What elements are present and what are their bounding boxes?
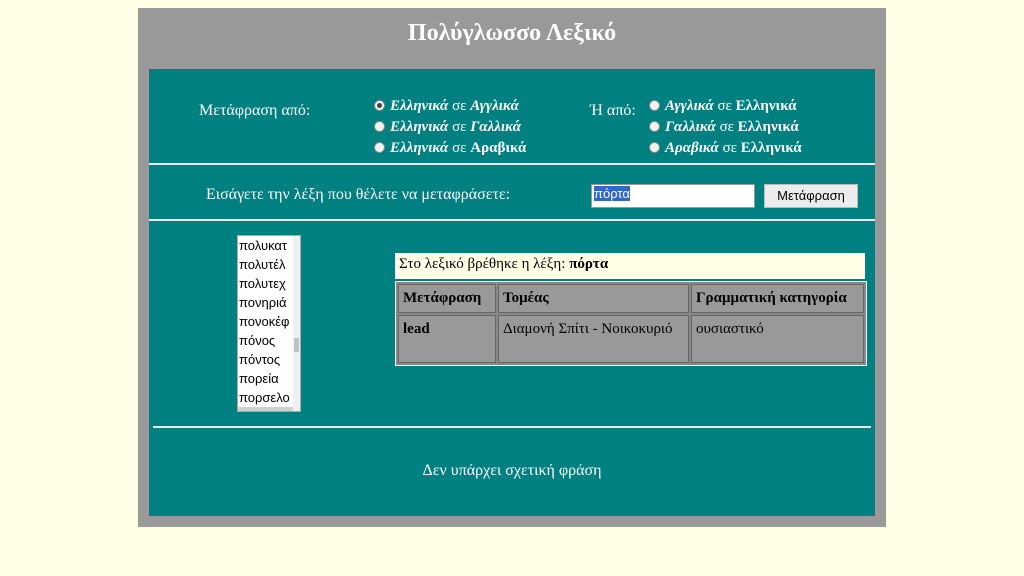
list-item[interactable]: πονηριά: [238, 293, 295, 312]
list-item[interactable]: πόρτα: [238, 407, 295, 411]
page-title: Πολύγλωσσο Λεξικό: [407, 20, 617, 46]
direction-option[interactable]: Γαλλικά σε Ελληνικά: [649, 119, 799, 136]
or-from-label: Ή από:: [590, 102, 636, 119]
listbox-scrollbar[interactable]: [293, 236, 300, 411]
results-table: Μετάφραση Τομέας Γραμματική κατηγορία le…: [395, 281, 867, 366]
header-category: Γραμματική κατηγορία: [691, 284, 864, 313]
radio-button[interactable]: [649, 100, 660, 111]
connector-text: σε: [722, 140, 737, 156]
connector-text: σε: [719, 119, 734, 135]
found-prefix: Στο λεξικό βρέθηκε η λέξη:: [399, 256, 566, 272]
header-domain: Τομέας: [498, 284, 689, 313]
main-panel: Μετάφραση από: Ελληνικά σε Αγγλικά Ελληνι…: [149, 69, 875, 516]
direction-option[interactable]: Ελληνικά σε Γαλλικά: [374, 119, 521, 136]
source-language: Αγγλικά: [665, 98, 714, 114]
word-list: πολυκατ πολυτέλ πολυτεχ πονηριά πονοκέφ πόνος…: [238, 236, 300, 411]
list-item[interactable]: πολυκατ: [238, 236, 295, 255]
found-word: πόρτα: [569, 256, 609, 272]
direction-option[interactable]: Ελληνικά σε Αγγλικά: [374, 98, 519, 115]
connector-text: σε: [452, 119, 467, 135]
target-language: Ελληνικά: [737, 119, 799, 135]
list-item[interactable]: πολυτέλ: [238, 255, 295, 274]
cell-category: ουσιαστικό: [691, 315, 864, 363]
connector-text: σε: [717, 98, 732, 114]
radio-button[interactable]: [374, 142, 385, 153]
cell-domain: Διαμονή Σπίτι - Νοικοκυριό: [498, 315, 689, 363]
word-input[interactable]: πόρτα: [591, 184, 755, 208]
direction-option[interactable]: Αγγλικά σε Ελληνικά: [649, 98, 796, 115]
scrollbar-thumb[interactable]: [294, 338, 299, 352]
target-language: Αγγλικά: [470, 98, 519, 114]
source-language: Ελληνικά: [390, 140, 449, 156]
header-translation: Μετάφραση: [398, 284, 496, 313]
word-prompt-label: Εισάγετε την λέξη που θέλετε να μεταφράσ…: [206, 186, 511, 203]
source-language: Ελληνικά: [390, 119, 449, 135]
source-language: Γαλλικά: [665, 119, 716, 135]
divider-2: [149, 219, 875, 221]
target-language: Αραβικά: [470, 140, 527, 156]
divider-1: [149, 163, 875, 165]
cell-translation: lead: [398, 315, 496, 363]
no-phrase-message: Δεν υπάρχει σχετική φράση: [422, 462, 602, 479]
radio-button[interactable]: [649, 142, 660, 153]
list-item[interactable]: πορεία: [238, 369, 295, 388]
word-input-value: πόρτα: [594, 186, 630, 201]
translate-from-label: Μετάφραση από:: [199, 102, 311, 119]
connector-text: σε: [452, 98, 467, 114]
radio-button[interactable]: [374, 121, 385, 132]
radio-button[interactable]: [374, 100, 385, 111]
translate-button[interactable]: Μετάφραση: [764, 184, 858, 208]
list-item[interactable]: πονοκέφ: [238, 312, 295, 331]
dictionary-frame: Πολύγλωσσο Λεξικό Μετάφραση από: Ελληνικ…: [138, 8, 886, 527]
list-item[interactable]: πολυτεχ: [238, 274, 295, 293]
results-header-row: Μετάφραση Τομέας Γραμματική κατηγορία: [398, 284, 864, 313]
target-language: Γαλλικά: [470, 119, 522, 135]
direction-option[interactable]: Αραβικά σε Ελληνικά: [649, 140, 802, 157]
table-row: lead Διαμονή Σπίτι - Νοικοκυριό ουσιαστι…: [398, 315, 864, 363]
list-item[interactable]: πόνος: [238, 331, 295, 350]
word-listbox[interactable]: πολυκατ πολυτέλ πολυτεχ πονηριά πονοκέφ πόνος…: [237, 235, 301, 412]
source-language: Αραβικά: [665, 140, 719, 156]
list-item[interactable]: πόντος: [238, 350, 295, 369]
list-item[interactable]: πορσελο: [238, 388, 295, 407]
source-language: Ελληνικά: [390, 98, 449, 114]
radio-button[interactable]: [649, 121, 660, 132]
target-language: Ελληνικά: [740, 140, 802, 156]
direction-option[interactable]: Ελληνικά σε Αραβικά: [374, 140, 526, 157]
divider-3: [153, 426, 871, 428]
found-word-banner: Στο λεξικό βρέθηκε η λέξη: πόρτα: [395, 253, 865, 279]
target-language: Ελληνικά: [735, 98, 797, 114]
connector-text: σε: [452, 140, 467, 156]
